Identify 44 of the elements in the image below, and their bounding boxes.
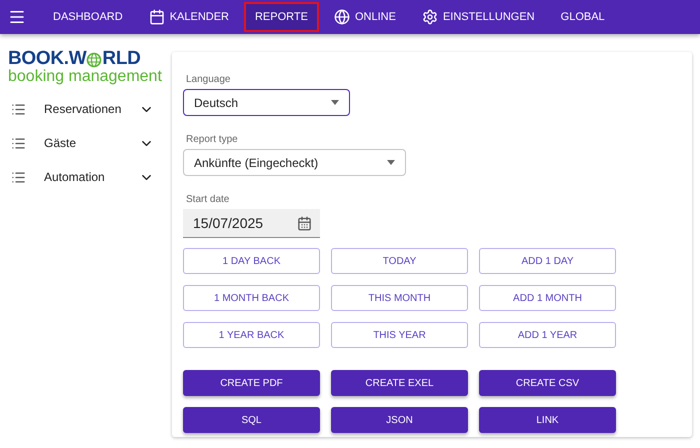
export-button[interactable]: CREATE PDF — [183, 370, 320, 396]
date-button[interactable]: 1 YEAR BACK — [183, 322, 320, 348]
report-type-select[interactable]: Ankünfte (Eingecheckt) — [183, 149, 406, 176]
globe-logo-icon — [86, 50, 102, 68]
settings-icon — [422, 9, 438, 25]
date-button[interactable]: ADD 1 DAY — [479, 248, 616, 274]
list-icon — [11, 136, 26, 150]
logo-tagline: booking management — [8, 68, 163, 86]
date-field[interactable]: 15/07/2025 — [183, 209, 320, 238]
export-button[interactable]: CREATE CSV — [479, 370, 616, 396]
nav-tab[interactable]: EINSTELLUNGEN — [410, 2, 546, 32]
field-label: Report type — [186, 134, 239, 145]
export-button[interactable]: CREATE EXEL — [331, 370, 468, 396]
sidebar-item[interactable]: Gäste — [8, 126, 172, 160]
nav-tab[interactable]: KALENDER — [138, 2, 240, 32]
sidebar-item[interactable]: Automation — [8, 160, 172, 194]
date-button[interactable]: ADD 1 MONTH — [479, 285, 616, 311]
logo-text: RLD — [102, 48, 141, 70]
nav-tab[interactable]: DASHBOARD — [42, 2, 134, 32]
nav-tab[interactable]: REPORTE — [244, 2, 319, 32]
list-icon — [11, 170, 26, 184]
nav-tab[interactable]: GLOBAL — [550, 2, 616, 32]
sidebar-item[interactable]: Reservationen — [8, 92, 172, 126]
menu-icon[interactable] — [8, 8, 26, 26]
logo-text: BOOK.W — [8, 48, 86, 69]
field-label: Start date — [186, 194, 230, 205]
nav-tab[interactable]: ONLINE — [322, 2, 407, 32]
export-button[interactable]: JSON — [331, 407, 468, 433]
date-button[interactable]: 1 DAY BACK — [183, 248, 320, 274]
date-button[interactable]: TODAY — [331, 248, 468, 274]
export-button[interactable]: SQL — [183, 407, 320, 433]
language-select[interactable]: Deutsch — [183, 89, 350, 116]
date-button[interactable]: THIS YEAR — [331, 322, 468, 348]
date-button[interactable]: ADD 1 YEAR — [479, 322, 616, 348]
export-button[interactable]: LINK — [479, 407, 616, 433]
field-label: Language — [186, 74, 232, 85]
caret-icon — [387, 160, 395, 165]
globe-icon — [334, 9, 350, 25]
list-icon — [11, 102, 26, 116]
date-button[interactable]: 1 MONTH BACK — [183, 285, 320, 311]
calendar-icon — [297, 216, 312, 230]
caret-icon — [331, 100, 339, 105]
date-button[interactable]: THIS MONTH — [331, 285, 468, 311]
calendar-icon — [148, 9, 165, 25]
